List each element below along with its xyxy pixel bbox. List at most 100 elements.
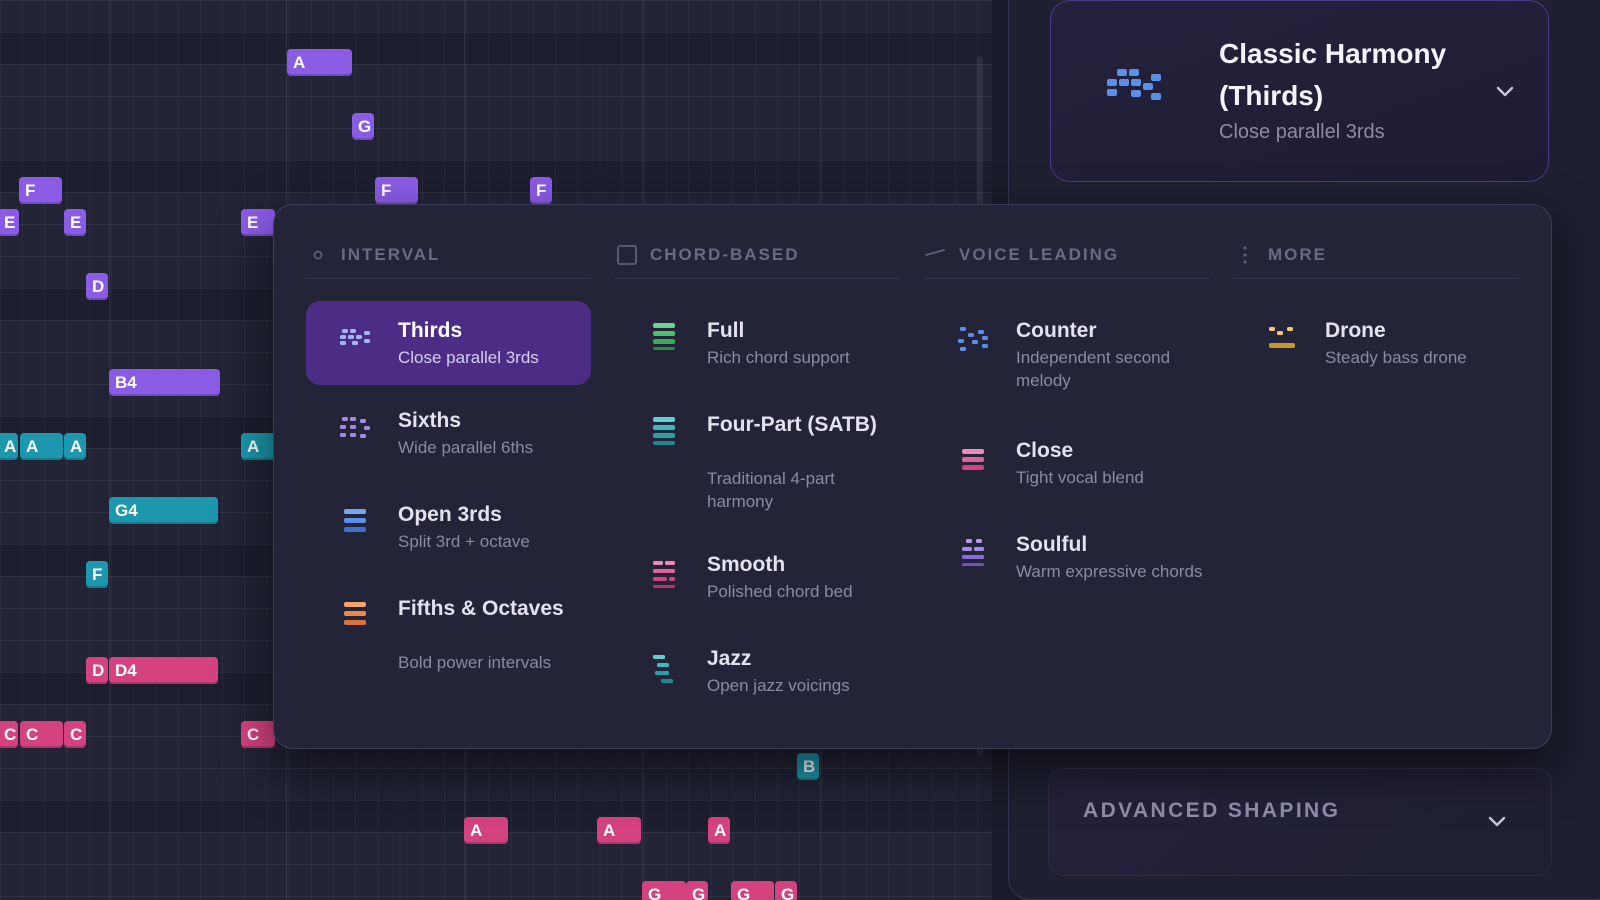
option-title: Counter [1016,319,1097,342]
note[interactable]: A [708,817,730,844]
note[interactable]: A [464,817,508,844]
column-header-label: CHORD-BASED [650,245,800,264]
fifths-icon [344,602,366,625]
option-full[interactable]: Full Rich chord support [615,301,900,387]
option-fifths-octaves[interactable]: Fifths & Octaves Bold power intervals [306,579,591,709]
note[interactable]: C [241,721,275,748]
thirds-icon [340,329,370,345]
note[interactable]: A [241,433,275,460]
column-voice-leading: VOICE LEADING Counter Independent second… [924,205,1209,745]
note[interactable]: G [775,881,797,900]
option-subtitle: Tight vocal blend [1016,468,1144,487]
note[interactable]: A [20,433,63,460]
note[interactable]: C [0,721,18,748]
note[interactable]: D [86,273,108,300]
option-subtitle: Close parallel 3rds [398,348,539,367]
option-subtitle: Bold power intervals [398,653,552,672]
jazz-icon [653,655,673,683]
option-thirds[interactable]: Thirds Close parallel 3rds [306,301,591,385]
note[interactable]: D [86,657,108,684]
note[interactable]: G [642,881,686,900]
option-subtitle: Wide parallel 6ths [398,438,534,457]
option-subtitle: Split 3rd + octave [398,532,530,551]
column-header: MORE [1233,243,1518,279]
harmony-dots-icon [1107,69,1161,100]
note[interactable]: A [287,49,352,76]
advanced-shaping-label: ADVANCED SHAPING [1083,799,1341,822]
note[interactable]: G [686,881,708,900]
note[interactable]: F [530,177,552,204]
smooth-icon [653,561,675,588]
option-open-thirds[interactable]: Open 3rds Split 3rd + octave [306,485,591,571]
option-subtitle: Independent second melody [1016,348,1171,390]
column-chord-based: CHORD-BASED Full Rich chord support Four… [615,205,900,745]
option-title: Open 3rds [398,503,502,526]
column-header: CHORD-BASED [615,243,900,279]
preset-title: Classic Harmony (Thirds) [1219,38,1447,111]
option-jazz[interactable]: Jazz Open jazz voicings [615,629,900,715]
option-close[interactable]: Close Tight vocal blend [924,421,1209,507]
option-title: Jazz [707,647,752,670]
note[interactable]: G [731,881,774,900]
open-thirds-icon [344,509,366,532]
harmony-preset-selector[interactable]: Classic Harmony (Thirds) Close parallel … [1050,0,1549,182]
chevron-down-icon [1496,86,1514,97]
column-more: MORE Drone Steady bass drone [1233,205,1518,745]
note[interactable]: C [20,721,63,748]
close-voicing-icon [962,449,984,470]
note[interactable]: D4 [109,657,218,684]
option-soulful[interactable]: Soulful Warm expressive chords [924,515,1209,625]
note[interactable]: E [241,209,275,236]
column-header: VOICE LEADING [924,243,1209,279]
harmony-preset-dropdown: INTERVAL Thirds Close parallel 3rds Sixt… [273,204,1552,749]
column-header-label: MORE [1268,245,1327,264]
slash-icon [925,249,945,256]
option-title: Fifths & Octaves [398,597,564,620]
option-title: Sixths [398,409,462,432]
bar-line [109,0,110,900]
note[interactable]: G [352,113,374,140]
vertical-dots-icon [1243,246,1247,264]
column-header-label: INTERVAL [341,245,441,264]
option-title: Close [1016,439,1074,462]
advanced-shaping-section[interactable]: ADVANCED SHAPING [1048,768,1552,876]
option-counter[interactable]: Counter Independent second melody [924,301,1209,411]
satb-icon [653,417,675,445]
option-drone[interactable]: Drone Steady bass drone [1233,301,1518,387]
sixths-icon [340,417,370,438]
counter-icon [958,327,988,351]
column-interval: INTERVAL Thirds Close parallel 3rds Sixt… [306,205,591,745]
option-subtitle: Open jazz voicings [707,676,850,695]
option-title: Drone [1325,319,1386,342]
note[interactable]: A [64,433,86,460]
row-shade [0,160,992,192]
note[interactable]: B [797,753,819,780]
option-subtitle: Steady bass drone [1325,348,1467,367]
option-title: Soulful [1016,533,1088,556]
square-icon [617,245,637,265]
circle-icon [313,250,323,260]
note[interactable]: A [0,433,18,460]
note[interactable]: A [597,817,641,844]
option-smooth[interactable]: Smooth Polished chord bed [615,535,900,621]
note[interactable]: B4 [109,369,220,396]
note[interactable]: F [86,561,108,588]
option-subtitle: Rich chord support [707,348,850,367]
app-root: A G F F F E E E D B4 A A A A G4 F B D D4… [0,0,1600,900]
option-title: Thirds [398,319,463,342]
note[interactable]: F [375,177,418,204]
note[interactable]: E [0,209,19,236]
option-title: Four-Part (SATB) [707,413,877,436]
soulful-icon [962,539,984,566]
note[interactable]: G4 [109,497,218,524]
preset-subtitle: Close parallel 3rds [1219,121,1385,143]
note[interactable]: C [64,721,86,748]
column-header: INTERVAL [306,243,591,279]
option-subtitle: Polished chord bed [707,582,853,601]
option-sixths[interactable]: Sixths Wide parallel 6ths [306,391,591,477]
option-title: Full [707,319,745,342]
row-shade [0,32,992,64]
option-four-part-satb[interactable]: Four-Part (SATB) Traditional 4-part harm… [615,395,900,525]
note[interactable]: F [19,177,62,204]
note[interactable]: E [64,209,86,236]
